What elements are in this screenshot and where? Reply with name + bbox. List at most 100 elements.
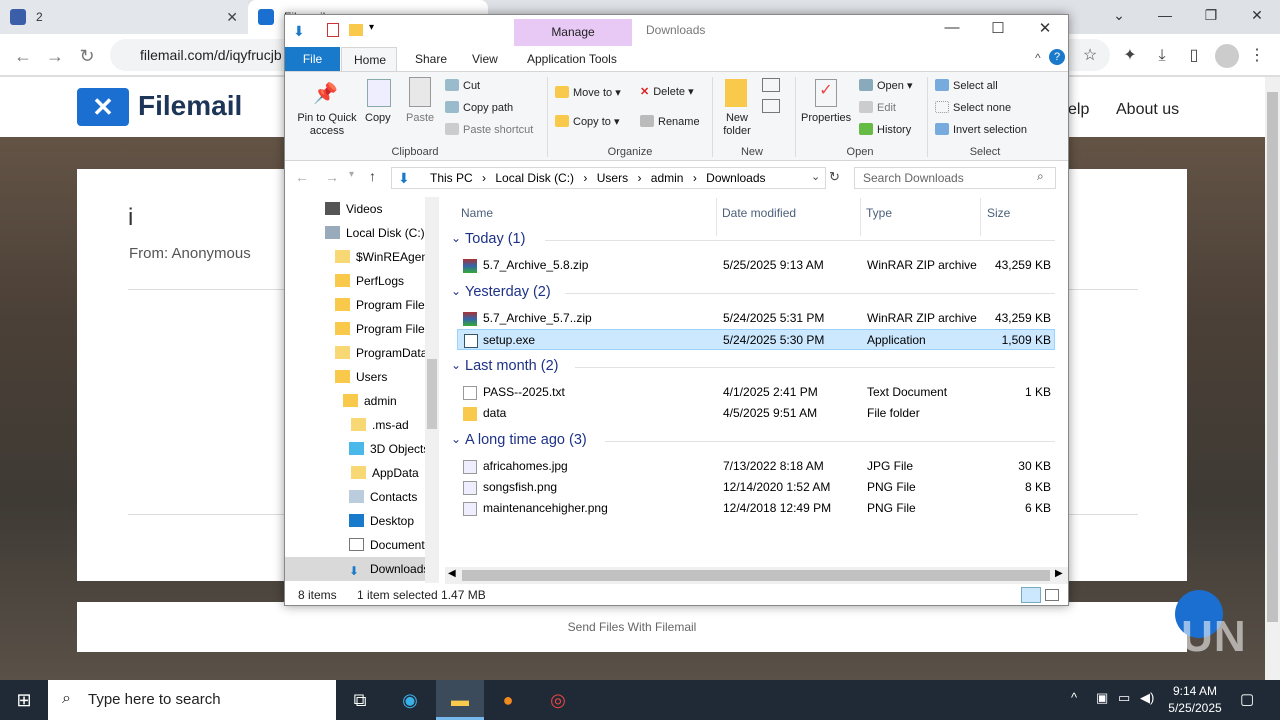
- tab-file[interactable]: File: [285, 47, 340, 71]
- rename-button[interactable]: Rename: [640, 115, 700, 129]
- firefox-icon[interactable]: ●: [484, 680, 532, 720]
- file-row[interactable]: PASS--2025.txt 4/1/2025 2:41 PM Text Doc…: [457, 382, 1055, 403]
- nav-about-link[interactable]: About us: [1116, 101, 1179, 119]
- back-arrow-icon[interactable]: ←: [8, 42, 38, 72]
- group-header[interactable]: Yesterday (2): [465, 284, 551, 300]
- restore-button[interactable]: ❐: [1188, 0, 1234, 34]
- scroll-left-icon[interactable]: ◀: [448, 568, 456, 579]
- large-icons-view-icon[interactable]: [1045, 589, 1059, 601]
- recent-locations-chevron-icon[interactable]: ▾: [349, 169, 354, 180]
- browser-tab[interactable]: 2 ✕: [0, 0, 248, 34]
- nav-item[interactable]: ProgramData: [285, 341, 425, 365]
- cut-button[interactable]: Cut: [445, 79, 480, 93]
- page-scrollbar-thumb[interactable]: [1267, 92, 1278, 622]
- column-header-date[interactable]: Date modified: [722, 202, 796, 224]
- breadcrumb-local-disk[interactable]: Local Disk (C:): [495, 171, 574, 185]
- copy-to-button[interactable]: Copy to ▾: [555, 115, 620, 129]
- details-view-icon[interactable]: [1021, 587, 1041, 603]
- easy-access-icon[interactable]: [762, 99, 780, 113]
- group-chevron-icon[interactable]: ⌄: [451, 231, 461, 245]
- open-button[interactable]: Open ▾: [859, 79, 913, 93]
- bookmark-star-icon[interactable]: ☆: [1078, 44, 1102, 68]
- file-row[interactable]: maintenancehigher.png 12/4/2018 12:49 PM…: [457, 498, 1055, 519]
- group-header[interactable]: Today (1): [465, 231, 525, 247]
- nav-item[interactable]: $WinREAgent: [285, 245, 425, 269]
- quick-access-down-icon[interactable]: ⬇: [293, 23, 305, 40]
- nav-item[interactable]: Desktop: [285, 509, 425, 533]
- refresh-icon[interactable]: ↻: [829, 169, 840, 185]
- file-row[interactable]: 5.7_Archive_5.7..zip 5/24/2025 5:31 PM W…: [457, 308, 1055, 329]
- group-header[interactable]: A long time ago (3): [465, 432, 587, 448]
- file-row[interactable]: songsfish.png 12/14/2020 1:52 AM PNG Fil…: [457, 477, 1055, 498]
- file-row[interactable]: 5.7_Archive_5.8.zip 5/25/2025 9:13 AM Wi…: [457, 255, 1055, 276]
- nav-item[interactable]: 3D Objects: [285, 437, 425, 461]
- forward-arrow-icon[interactable]: →: [325, 169, 339, 185]
- side-panel-icon[interactable]: ▯: [1182, 44, 1206, 68]
- qat-dropdown-icon[interactable]: ▾: [369, 22, 374, 33]
- profile-avatar[interactable]: [1215, 44, 1239, 68]
- column-header-type[interactable]: Type: [866, 202, 892, 224]
- properties-button[interactable]: Properties: [801, 112, 851, 125]
- scroll-right-icon[interactable]: ▶: [1055, 568, 1063, 579]
- breadcrumb-users[interactable]: Users: [597, 171, 628, 185]
- nav-item[interactable]: Program Files: [285, 317, 425, 341]
- tab-application-tools[interactable]: Application Tools: [515, 47, 629, 71]
- delete-button[interactable]: ✕ Delete ▾: [640, 86, 694, 99]
- invert-selection-button[interactable]: Invert selection: [935, 123, 1027, 137]
- filemail-logo-icon[interactable]: ✕: [77, 88, 129, 126]
- nav-item[interactable]: Contacts: [285, 485, 425, 509]
- copy-button[interactable]: Copy: [365, 112, 391, 125]
- tab-view[interactable]: View: [460, 47, 510, 71]
- column-header-size[interactable]: Size: [987, 202, 1010, 224]
- close-button[interactable]: ✕: [1234, 0, 1280, 34]
- manage-context-tab[interactable]: Manage: [514, 19, 632, 46]
- site-logo-text[interactable]: Filemail: [138, 90, 242, 122]
- close-button[interactable]: ✕: [1022, 19, 1068, 43]
- paste-shortcut-button[interactable]: Paste shortcut: [445, 123, 533, 137]
- new-folder-button[interactable]: New folder: [717, 112, 757, 138]
- taskbar-search-input[interactable]: Type here to search: [48, 680, 336, 720]
- history-button[interactable]: History: [859, 123, 911, 137]
- nav-item[interactable]: Documents: [285, 533, 425, 557]
- nav-item[interactable]: admin: [285, 389, 425, 413]
- collapse-ribbon-icon[interactable]: ^: [1035, 51, 1041, 65]
- chrome-icon[interactable]: ◎: [534, 680, 582, 720]
- help-icon[interactable]: ?: [1049, 49, 1065, 65]
- select-none-button[interactable]: Select none: [935, 101, 1011, 115]
- site-footer[interactable]: Send Files With Filemail: [77, 602, 1187, 652]
- forward-arrow-icon[interactable]: →: [40, 42, 70, 72]
- group-chevron-icon[interactable]: ⌄: [451, 358, 461, 372]
- select-all-button[interactable]: Select all: [935, 79, 998, 93]
- breadcrumb-admin[interactable]: admin: [651, 171, 684, 185]
- device-icon[interactable]: ▣: [1096, 690, 1108, 706]
- address-dropdown-icon[interactable]: ⌄: [811, 170, 820, 183]
- edit-button[interactable]: Edit: [859, 101, 896, 115]
- show-hidden-icons-icon[interactable]: ^: [1071, 690, 1077, 705]
- network-icon[interactable]: ▭: [1118, 690, 1130, 706]
- tab-home[interactable]: Home: [341, 47, 397, 71]
- copy-path-button[interactable]: Copy path: [445, 101, 513, 115]
- horizontal-scrollbar-thumb[interactable]: [462, 570, 1050, 581]
- column-header-name[interactable]: Name: [461, 202, 493, 224]
- file-row[interactable]: data 4/5/2025 9:51 AM File folder: [457, 403, 1055, 424]
- new-item-icon[interactable]: [762, 78, 780, 92]
- volume-icon[interactable]: ◀): [1140, 690, 1154, 706]
- file-row-selected[interactable]: setup.exe 5/24/2025 5:30 PM Application …: [457, 329, 1055, 350]
- file-explorer-icon[interactable]: ▬: [436, 680, 484, 720]
- group-header[interactable]: Last month (2): [465, 358, 559, 374]
- nav-pane-scrollbar-thumb[interactable]: [427, 359, 437, 429]
- pin-to-quick-access-button[interactable]: Pin to Quick access: [291, 112, 363, 138]
- move-to-button[interactable]: Move to ▾: [555, 86, 621, 100]
- nav-item[interactable]: PerfLogs: [285, 269, 425, 293]
- nav-item[interactable]: .ms-ad: [285, 413, 425, 437]
- nav-item[interactable]: Users: [285, 365, 425, 389]
- download-icon[interactable]: ⤓: [1150, 44, 1174, 68]
- new-folder-qat-icon[interactable]: [349, 24, 363, 36]
- breadcrumb-this-pc[interactable]: This PC: [430, 171, 473, 185]
- properties-qat-icon[interactable]: [327, 23, 339, 37]
- nav-item[interactable]: Local Disk (C:): [285, 221, 425, 245]
- nav-item[interactable]: Videos: [285, 197, 425, 221]
- breadcrumb-downloads[interactable]: Downloads: [706, 171, 765, 185]
- menu-kebab-icon[interactable]: ⋮: [1245, 44, 1269, 68]
- up-arrow-icon[interactable]: ↑: [369, 168, 376, 184]
